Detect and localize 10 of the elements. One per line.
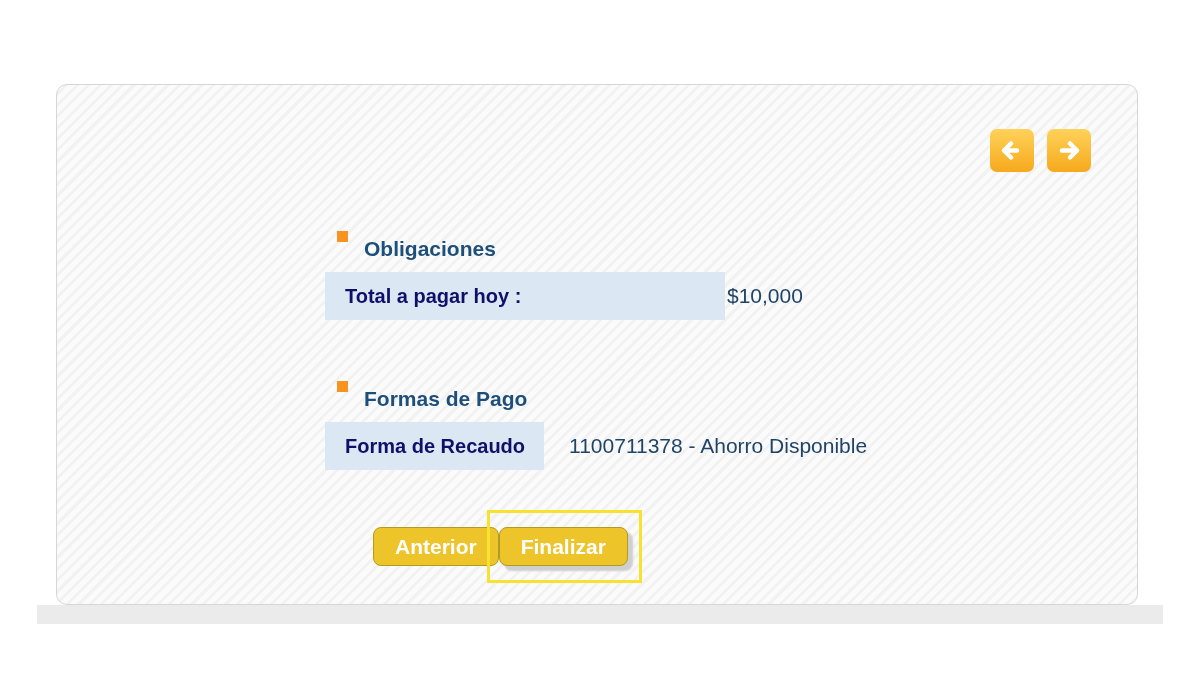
section-title: Formas de Pago [364,387,528,411]
field-value: $10,000 [727,284,803,308]
square-bullet-icon [337,231,348,242]
field-value: 1100711378 - Ahorro Disponible [569,434,868,458]
field-label: Forma de Recaudo [325,422,545,470]
finish-button[interactable]: Finalizar [498,527,628,566]
section-title: Obligaciones [364,237,496,261]
field-label: Total a pagar hoy : [325,272,725,320]
previous-button[interactable]: Anterior [373,527,499,566]
square-bullet-icon [337,381,348,392]
